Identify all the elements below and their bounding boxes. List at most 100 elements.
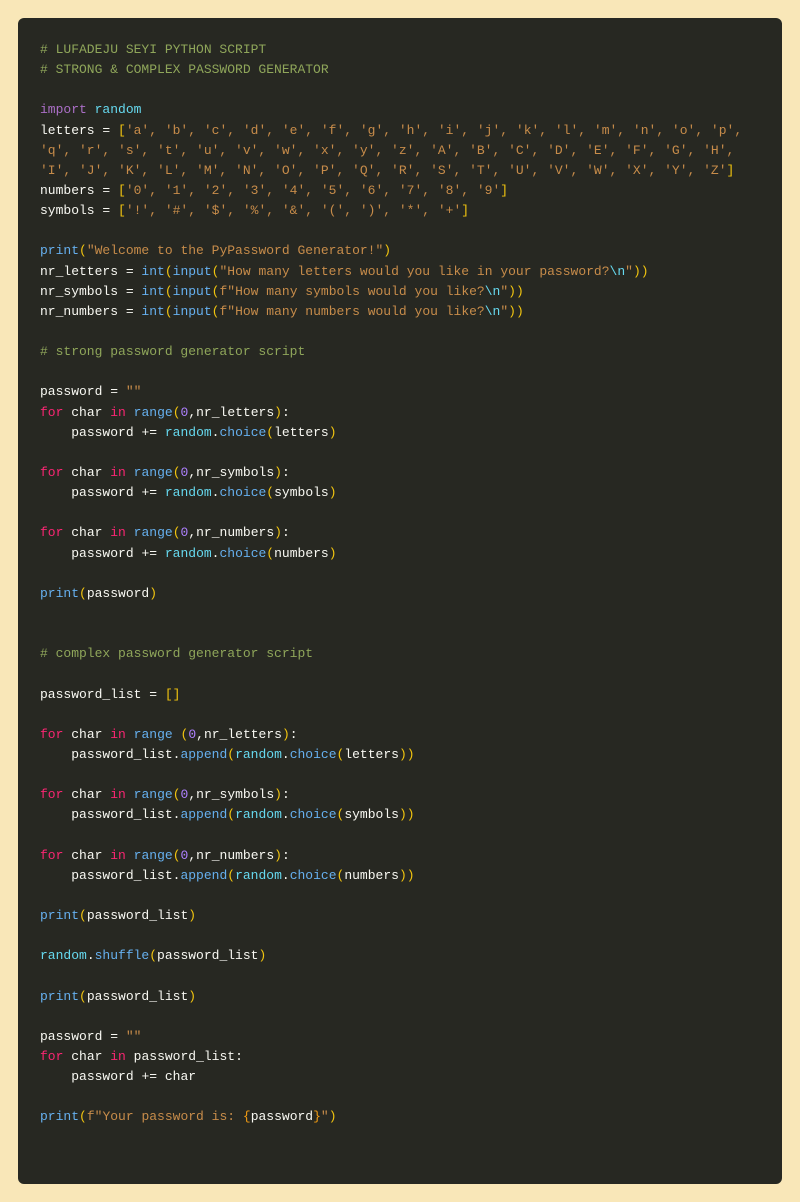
var-password-list: password_list [134,1049,235,1064]
paren-close: ) [188,989,196,1004]
paren-close: ) [508,284,516,299]
dot: . [87,948,95,963]
var-char: char [71,525,102,540]
fn-range: range [134,848,173,863]
paren-close: ) [274,787,282,802]
paren-open: ( [227,807,235,822]
paren-close: ) [282,727,290,742]
var-password-list: password_list [71,807,172,822]
var-letters: letters [274,425,329,440]
paren-open: ( [173,787,181,802]
paren-open: ( [266,425,274,440]
fn-input: input [173,304,212,319]
bracket-open: [ [118,123,126,138]
str-close: " [500,284,508,299]
indent [40,1069,71,1084]
var-nr-letters: nr_letters [204,727,282,742]
paren-close: ) [188,908,196,923]
paren-close: ) [329,546,337,561]
var-nr-symbols: nr_symbols [40,284,118,299]
kw-in: in [110,848,126,863]
comma: , [188,525,196,540]
var-nr-numbers: nr_numbers [196,525,274,540]
var-password-list: password_list [71,868,172,883]
var-char: char [165,1069,196,1084]
paren-open: ( [149,948,157,963]
var-letters: letters [40,123,95,138]
comma: , [188,787,196,802]
fn-int: int [141,304,164,319]
fn-append: append [180,747,227,762]
colon: : [235,1049,243,1064]
esc-n: \n [610,264,626,279]
paren-open: ( [165,284,173,299]
colon: : [282,525,290,540]
colon: : [282,405,290,420]
str-empty: "" [126,384,142,399]
mod-random: random [235,807,282,822]
paren-open: ( [79,1109,87,1124]
mod-random: random [165,425,212,440]
str-prompt-symbols: "How many symbols would you like? [227,284,484,299]
op-eq: = [118,264,141,279]
mod-random: random [165,485,212,500]
paren-open: ( [173,525,181,540]
dot: . [282,868,290,883]
mod-random: random [40,948,87,963]
fn-print: print [40,586,79,601]
op-pluseq: += [134,425,165,440]
indent [40,807,71,822]
var-symbols: symbols [40,203,95,218]
paren-close: ) [274,848,282,863]
curly-open: { [243,1109,251,1124]
var-nr-letters: nr_letters [196,405,274,420]
op-eq: = [141,687,164,702]
mod-random: random [235,747,282,762]
var-password: password [71,485,133,500]
paren-close: ) [383,243,391,258]
kw-in: in [110,465,126,480]
paren-close: ) [641,264,649,279]
paren-close: ) [407,868,415,883]
var-password: password [71,1069,133,1084]
fn-print: print [40,989,79,1004]
kw-for: for [40,787,63,802]
fn-choice: choice [219,425,266,440]
f-prefix: f [87,1109,95,1124]
paren-close: ) [329,425,337,440]
var-nr-letters: nr_letters [40,264,118,279]
esc-n: \n [485,284,501,299]
var-password: password [71,546,133,561]
esc-n: \n [485,304,501,319]
paren-open: ( [266,546,274,561]
var-password-list: password_list [40,687,141,702]
indent [40,868,71,883]
var-char: char [71,405,102,420]
paren-close: ) [399,747,407,762]
var-char: char [71,848,102,863]
paren-open: ( [227,868,235,883]
paren-close: ) [329,1109,337,1124]
str-prompt-numbers: "How many numbers would you like? [227,304,484,319]
comma: , [188,405,196,420]
fn-int: int [141,284,164,299]
kw-for: for [40,1049,63,1064]
var-password: password [40,384,102,399]
paren-close: ) [258,948,266,963]
fn-range: range [134,405,173,420]
bracket-close: ] [461,203,469,218]
op-eq: = [118,304,141,319]
var-symbols: symbols [344,807,399,822]
indent [40,747,71,762]
kw-in: in [110,525,126,540]
fn-range: range [134,465,173,480]
paren-open: ( [79,908,87,923]
op-eq: = [118,284,141,299]
paren-close: ) [274,465,282,480]
bracket-close: ] [500,183,508,198]
fn-choice: choice [219,546,266,561]
colon: : [282,465,290,480]
fn-int: int [141,264,164,279]
paren-open: ( [173,848,181,863]
str-final-b: " [321,1109,329,1124]
